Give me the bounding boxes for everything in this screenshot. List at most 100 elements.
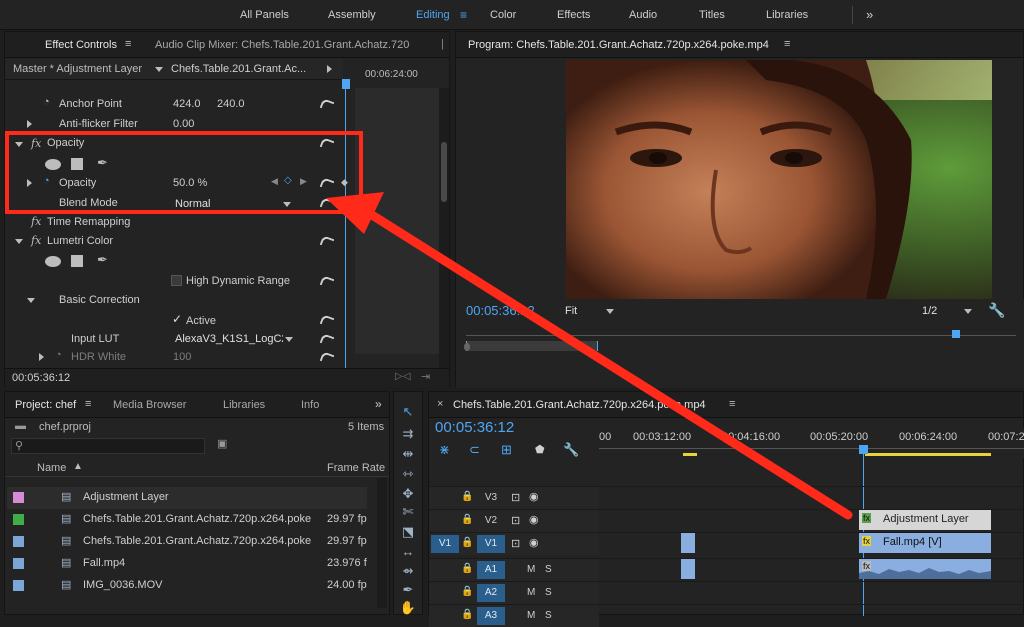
rectangle-mask-icon[interactable]: [71, 255, 83, 267]
tab-info[interactable]: Info: [301, 399, 319, 411]
lock-icon[interactable]: 🔒: [461, 514, 473, 525]
list-item[interactable]: ▤ Fall.mp4 23.976 f: [7, 553, 367, 575]
track-select-tool-icon[interactable]: ⇉: [397, 426, 419, 442]
time-ruler[interactable]: 00 00:03:12:00 00:04:16:00 00:05:20:00 0…: [599, 428, 1024, 458]
hand-tool-icon[interactable]: ✋: [397, 600, 419, 616]
track-target[interactable]: A2: [477, 584, 505, 602]
hamburger-icon[interactable]: ≡: [784, 38, 790, 50]
ellipse-mask-icon[interactable]: [45, 256, 61, 267]
source-patch[interactable]: [431, 561, 459, 579]
tab-effect-controls[interactable]: Effect Controls: [45, 39, 117, 51]
ripple-edit-tool-icon[interactable]: ⇹: [397, 446, 419, 462]
clip-fall-audio[interactable]: fx: [859, 559, 991, 579]
source-patch[interactable]: V1: [431, 535, 459, 553]
close-icon[interactable]: ×: [437, 398, 443, 410]
track-target[interactable]: V1: [477, 535, 505, 553]
hdr-checkbox[interactable]: [171, 275, 182, 286]
chevron-double-right-icon[interactable]: »: [866, 7, 873, 22]
col-name[interactable]: Name: [37, 462, 66, 474]
project-scrollbar[interactable]: [377, 478, 387, 608]
search-input[interactable]: ⚲: [11, 438, 205, 454]
scroll-handle-left[interactable]: [464, 343, 470, 351]
rolling-edit-tool-icon[interactable]: ⇿: [397, 466, 419, 482]
expand-icon[interactable]: [27, 120, 32, 128]
workspace-effects[interactable]: Effects: [557, 9, 590, 21]
label-color-swatch[interactable]: [13, 558, 24, 569]
lock-icon[interactable]: 🔒: [461, 563, 473, 574]
sync-lock-icon[interactable]: ⊡: [511, 514, 520, 527]
reset-icon[interactable]: [319, 98, 335, 112]
clip-fall-video[interactable]: fx Fall.mp4 [V]: [859, 533, 991, 553]
pen-tool-icon[interactable]: ✒: [397, 582, 419, 598]
input-lut-select[interactable]: AlexaV3_K1S1_LogC2: [175, 333, 283, 345]
program-title[interactable]: Program: Chefs.Table.201.Grant.Achatz.72…: [468, 39, 769, 51]
clip-label[interactable]: Chefs.Table.201.Grant.Ac...: [171, 63, 306, 75]
slide-tool-icon[interactable]: ↔: [397, 544, 419, 559]
program-video-frame[interactable]: [566, 60, 992, 299]
col-frame-rate[interactable]: Frame Rate: [327, 462, 385, 474]
marker-icon[interactable]: ⬟: [535, 443, 545, 456]
eye-icon[interactable]: ◉: [529, 536, 539, 549]
source-patch[interactable]: [431, 512, 459, 530]
workspace-libraries[interactable]: Libraries: [766, 9, 808, 21]
stopwatch-icon[interactable]: ◔: [55, 349, 62, 361]
workspace-assembly[interactable]: Assembly: [328, 9, 376, 21]
source-patch[interactable]: [431, 607, 459, 625]
track-target[interactable]: A1: [477, 561, 505, 579]
slide-tool-2-icon[interactable]: ⇴: [397, 563, 419, 579]
chevron-down-icon[interactable]: [155, 67, 163, 72]
eye-icon[interactable]: ◉: [529, 490, 539, 503]
playhead-marker[interactable]: [342, 79, 350, 89]
wrench-icon[interactable]: 🔧: [563, 442, 579, 458]
lock-icon[interactable]: 🔒: [461, 537, 473, 548]
tab-audio-clip-mixer[interactable]: Audio Clip Mixer: Chefs.Table.201.Grant.…: [155, 39, 425, 51]
source-patch[interactable]: [431, 489, 459, 507]
zoom-scroll-bar[interactable]: [466, 341, 598, 351]
clip-small-video[interactable]: [681, 533, 695, 553]
fx-icon[interactable]: fx: [31, 215, 41, 228]
stopwatch-icon[interactable]: ◔: [43, 96, 50, 108]
hamburger-icon[interactable]: ≡: [460, 8, 467, 22]
list-item[interactable]: ▤ IMG_0036.MOV 24.00 fp: [7, 575, 367, 597]
label-color-swatch[interactable]: [13, 492, 24, 503]
lock-icon[interactable]: 🔒: [461, 491, 473, 502]
reset-icon[interactable]: [319, 333, 335, 347]
track-target[interactable]: V2: [477, 512, 505, 530]
mute-button[interactable]: M: [527, 587, 535, 598]
sync-lock-icon[interactable]: ⊡: [511, 491, 520, 504]
workspace-audio[interactable]: Audio: [629, 9, 657, 21]
source-patch[interactable]: [431, 584, 459, 602]
track-target[interactable]: V3: [477, 489, 505, 507]
reset-icon[interactable]: [319, 235, 335, 249]
chevron-down-icon[interactable]: [964, 309, 972, 314]
solo-button[interactable]: S: [545, 587, 552, 598]
new-bin-icon[interactable]: ▣: [217, 437, 227, 450]
anchor-x-value[interactable]: 424.0: [173, 98, 201, 110]
wrench-icon[interactable]: 🔧: [988, 302, 1005, 319]
list-item[interactable]: ▤ Adjustment Layer: [7, 487, 367, 509]
mute-button[interactable]: M: [527, 564, 535, 575]
hamburger-icon[interactable]: ≡: [85, 398, 91, 410]
chevron-double-right-icon[interactable]: »: [375, 397, 382, 411]
clip-adjustment-layer[interactable]: fx Adjustment Layer: [859, 510, 991, 530]
hdr-white-value[interactable]: 100: [173, 351, 191, 363]
chevron-down-icon[interactable]: [285, 337, 293, 342]
linked-selection-icon[interactable]: ⊂: [469, 442, 480, 458]
snap-icon[interactable]: ⋇: [439, 442, 450, 458]
mini-playhead[interactable]: [952, 330, 960, 338]
tab-libraries[interactable]: Libraries: [223, 399, 265, 411]
lock-icon[interactable]: 🔒: [461, 586, 473, 597]
program-timecode[interactable]: 00:05:36:12: [466, 303, 535, 318]
rate-stretch-tool-icon[interactable]: ✥: [397, 486, 419, 502]
track-target[interactable]: A3: [477, 607, 505, 625]
timeline-title[interactable]: Chefs.Table.201.Grant.Achatz.720p.x264.p…: [453, 399, 706, 411]
tab-overflow-icon[interactable]: |: [441, 38, 444, 50]
play-icon[interactable]: [327, 65, 332, 73]
fx-icon[interactable]: fx: [31, 234, 41, 247]
add-marker-icon[interactable]: ⊞: [501, 442, 512, 458]
label-color-swatch[interactable]: [13, 580, 24, 591]
resolution-select[interactable]: 1/2: [922, 305, 937, 317]
hamburger-icon[interactable]: ≡: [729, 398, 735, 410]
solo-button[interactable]: S: [545, 610, 552, 621]
mini-timeline[interactable]: [466, 326, 1016, 336]
